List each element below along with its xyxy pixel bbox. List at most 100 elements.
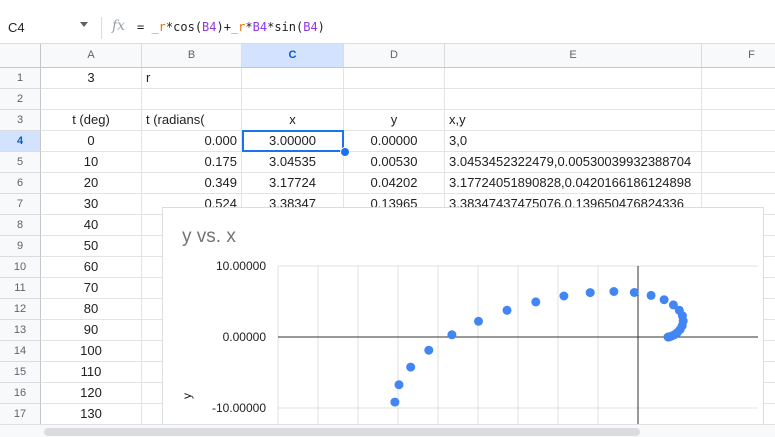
row-header[interactable]: 14 [0, 341, 41, 362]
cell-a16[interactable]: 120 [41, 383, 142, 404]
cell-f5[interactable] [702, 152, 775, 173]
cell-a1[interactable]: 3 [41, 68, 142, 89]
data-point[interactable] [559, 291, 569, 301]
data-point[interactable] [447, 330, 457, 340]
cell-e1[interactable] [445, 68, 702, 89]
fill-handle[interactable] [340, 147, 350, 157]
row-header[interactable]: 12 [0, 299, 41, 320]
cell-a11[interactable]: 70 [41, 278, 142, 299]
name-box-dropdown-icon[interactable] [80, 22, 88, 27]
data-point[interactable] [474, 316, 483, 326]
cell-b2[interactable] [142, 89, 242, 110]
row-header[interactable]: 17 [0, 404, 41, 425]
row-header[interactable]: 8 [0, 215, 41, 236]
select-all-corner[interactable] [0, 44, 41, 68]
cell-e5[interactable]: 3.0453452322479,0.00530039932388704 [445, 152, 702, 173]
data-point[interactable] [502, 305, 512, 315]
row-header[interactable]: 13 [0, 320, 41, 341]
row-header[interactable]: 1 [0, 68, 41, 89]
data-point[interactable] [609, 287, 619, 296]
row-header[interactable]: 9 [0, 236, 41, 257]
cell-f6[interactable] [702, 173, 775, 194]
formula-token: _r [144, 20, 166, 34]
column-header-c[interactable]: C [242, 44, 344, 68]
cell-d2[interactable] [344, 89, 445, 110]
cell-a2[interactable] [41, 89, 142, 110]
row-header[interactable]: 5 [0, 152, 41, 173]
cell-f3[interactable] [702, 110, 775, 131]
cell-c3[interactable]: x [242, 110, 344, 131]
row-header[interactable]: 6 [0, 173, 41, 194]
cell-f1[interactable] [702, 68, 775, 89]
cell-a7[interactable]: 30 [41, 194, 142, 215]
cell-d4[interactable]: 0.00000 [344, 131, 445, 152]
y-tick-label: 10.00000 [216, 259, 266, 273]
row-header[interactable]: 15 [0, 362, 41, 383]
formula-input[interactable]: = _r*cos(B4)+_r*B4*sin(B4) [137, 20, 325, 34]
horizontal-scrollbar-thumb[interactable] [44, 428, 640, 436]
column-header-b[interactable]: B [142, 44, 242, 68]
cell-e6[interactable]: 3.17724051890828,0.0420166186124898 [445, 173, 702, 194]
formula-bar: C4 fx = _r*cos(B4)+_r*B4*sin(B4) [0, 0, 775, 44]
data-point[interactable] [629, 288, 639, 297]
data-point[interactable] [531, 297, 541, 307]
cell-d3[interactable]: y [344, 110, 445, 131]
data-point[interactable] [424, 345, 434, 355]
name-box[interactable]: C4 [8, 20, 25, 35]
column-header-a[interactable]: A [41, 44, 142, 68]
cell-a14[interactable]: 100 [41, 341, 142, 362]
cell-a5[interactable]: 10 [41, 152, 142, 173]
cell-e3[interactable]: x,y [445, 110, 702, 131]
cell-b4[interactable]: 0.000 [142, 131, 242, 152]
cell-a8[interactable]: 40 [41, 215, 142, 236]
cell-e4[interactable]: 3,0 [445, 131, 702, 152]
row-header[interactable]: 10 [0, 257, 41, 278]
cell-a10[interactable]: 60 [41, 257, 142, 278]
cell-d1[interactable] [344, 68, 445, 89]
cell-f4[interactable] [702, 131, 775, 152]
column-header-e[interactable]: E [445, 44, 702, 68]
cell-c6[interactable]: 3.17724 [242, 173, 344, 194]
scatter-chart[interactable]: y vs. x 10.00000 0.00000 -10.00000 y [162, 207, 764, 429]
formula-token: B4 [303, 20, 318, 34]
data-point[interactable] [394, 380, 404, 390]
cell-e2[interactable] [445, 89, 702, 110]
y-tick-label: -10.00000 [212, 401, 266, 415]
column-header-d[interactable]: D [344, 44, 445, 68]
y-tick-label: 0.00000 [223, 330, 267, 344]
cell-c2[interactable] [242, 89, 344, 110]
cell-a13[interactable]: 90 [41, 320, 142, 341]
row-header[interactable]: 11 [0, 278, 41, 299]
data-point[interactable] [406, 362, 416, 372]
formula-token: _r [230, 20, 246, 34]
data-point[interactable] [659, 295, 669, 305]
cell-a3[interactable]: t (deg) [41, 110, 142, 131]
cell-d5[interactable]: 0.00530 [344, 152, 445, 173]
row-header[interactable]: 7 [0, 194, 41, 215]
cell-d6[interactable]: 0.04202 [344, 173, 445, 194]
column-header-f[interactable]: F [702, 44, 775, 68]
cell-b5[interactable]: 0.175 [142, 152, 242, 173]
row-header[interactable]: 3 [0, 110, 41, 131]
cell-b3[interactable]: t (radians( [142, 110, 242, 131]
cell-b6[interactable]: 0.349 [142, 173, 242, 194]
data-point[interactable] [585, 288, 595, 298]
row-header[interactable]: 2 [0, 89, 41, 110]
cell-f2[interactable] [702, 89, 775, 110]
data-point[interactable] [668, 300, 678, 310]
cell-a6[interactable]: 20 [41, 173, 142, 194]
row-header[interactable]: 4 [0, 131, 41, 152]
cell-c5[interactable]: 3.04535 [242, 152, 344, 173]
data-point[interactable] [646, 290, 656, 300]
cell-a15[interactable]: 110 [41, 362, 142, 383]
cell-a9[interactable]: 50 [41, 236, 142, 257]
cell-b1[interactable]: r [142, 68, 242, 89]
row-header[interactable]: 16 [0, 383, 41, 404]
cell-a17[interactable]: 130 [41, 404, 142, 425]
data-point[interactable] [390, 397, 400, 407]
cell-a12[interactable]: 80 [41, 299, 142, 320]
cell-c1[interactable] [242, 68, 344, 89]
horizontal-scrollbar[interactable] [0, 424, 775, 437]
cell-a4[interactable]: 0 [41, 131, 142, 152]
formula-bar-divider [101, 17, 102, 39]
